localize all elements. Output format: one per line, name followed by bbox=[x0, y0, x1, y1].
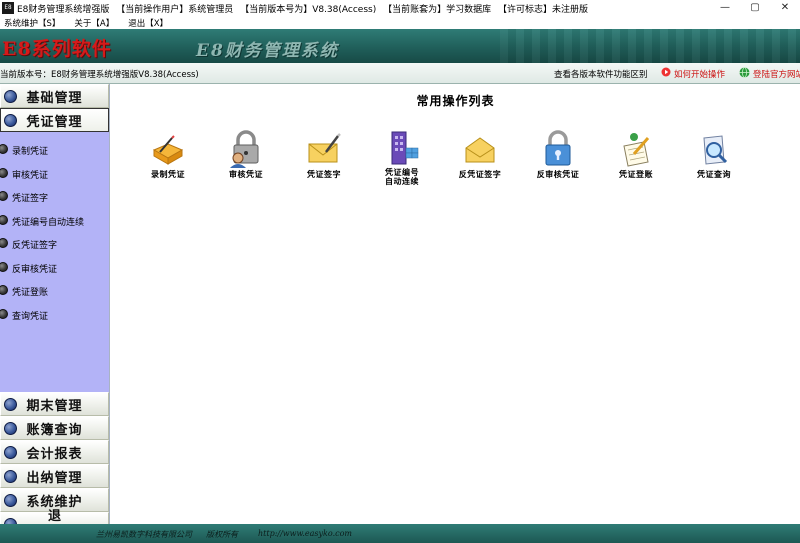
op-label: 反凭证签字 bbox=[458, 169, 502, 179]
sidebar-category-ledger-query[interactable]: 账簿查询 bbox=[0, 416, 109, 440]
operations-grid: 录制凭证 审核凭证 凭证签字 凭证编号 自动连续 反凭证签字 反审核凭证 凭证登… bbox=[133, 130, 783, 190]
category-label: 账簿查询 bbox=[26, 422, 83, 438]
app-window: E8 E8财务管理系统增强版 【当前操作用户】系统管理员 【当前版本号为】V8.… bbox=[0, 0, 800, 543]
op-label: 凭证签字 bbox=[307, 169, 341, 179]
window-title: E8财务管理系统增强版 【当前操作用户】系统管理员 【当前版本号为】V8.38(… bbox=[17, 2, 592, 15]
how-to-start-link[interactable]: 如何开始操作 bbox=[662, 68, 725, 80]
minimize-button[interactable]: — bbox=[710, 0, 740, 16]
op-record-voucher[interactable]: 录制凭证 bbox=[133, 130, 203, 190]
subitem-unaudit-voucher[interactable]: 反审核凭证 bbox=[0, 256, 109, 280]
title-app-name: E8财务管理系统增强版 bbox=[17, 4, 110, 15]
title-license: 【许可标志】未注册版 bbox=[497, 4, 588, 15]
title-ledger: 【当前账套为】学习数据库 bbox=[383, 4, 492, 15]
main-panel: 常用操作列表 录制凭证 审核凭证 凭证签字 凭证编号 自动连续 反凭证签字 反审… bbox=[111, 84, 800, 524]
window-controls: — ▢ ✕ bbox=[710, 0, 800, 16]
company-name: 兰州易凯数字科技有限公司 bbox=[96, 530, 192, 539]
menu-system-maintenance[interactable]: 系统维护【S】 bbox=[4, 17, 60, 29]
title-version: 【当前版本号为】V8.38(Access) bbox=[240, 4, 377, 15]
subitem-label: 凭证编号自动连续 bbox=[12, 217, 85, 228]
op-label: 凭证编号 自动连续 bbox=[385, 167, 419, 186]
op-label: 审核凭证 bbox=[229, 169, 263, 179]
padlock-user-icon bbox=[230, 130, 259, 168]
envelope-icon bbox=[465, 137, 495, 163]
subitem-sign-voucher[interactable]: 凭证签字 bbox=[0, 185, 109, 209]
category-label: 会计报表 bbox=[26, 446, 83, 462]
category-label: 基础管理 bbox=[26, 90, 83, 106]
menu-bar: 系统维护【S】 关于【A】 退出【X】 bbox=[0, 16, 800, 29]
op-audit-voucher[interactable]: 审核凭证 bbox=[211, 130, 281, 190]
company-url[interactable]: http://www.easyko.com bbox=[258, 529, 352, 538]
op-label: 凭证查询 bbox=[697, 169, 731, 179]
category-label: 凭证管理 bbox=[26, 114, 83, 130]
item-bullet-icon bbox=[0, 238, 8, 248]
product-name: E8财务管理系统 bbox=[196, 41, 339, 61]
subitem-label: 反审核凭证 bbox=[12, 264, 58, 275]
brand-logo: E8系列软件 bbox=[2, 38, 112, 60]
item-bullet-icon bbox=[0, 261, 8, 272]
maximize-button[interactable]: ▢ bbox=[740, 0, 770, 16]
notepad-pen-icon bbox=[623, 133, 650, 167]
title-bar: E8 E8财务管理系统增强版 【当前操作用户】系统管理员 【当前版本号为】V8.… bbox=[0, 0, 800, 16]
subitem-label: 录制凭证 bbox=[12, 147, 49, 157]
item-bullet-icon bbox=[0, 285, 8, 295]
copyright-text: 版权所有 bbox=[206, 530, 238, 539]
subitem-post-voucher[interactable]: 凭证登账 bbox=[0, 279, 109, 303]
sidebar-category-reports[interactable]: 会计报表 bbox=[0, 440, 109, 464]
pencil-folder-icon bbox=[152, 135, 184, 165]
close-button[interactable]: ✕ bbox=[770, 0, 800, 16]
page-title: 常用操作列表 bbox=[416, 94, 495, 108]
envelope-pen-icon bbox=[308, 133, 341, 163]
category-label: 出纳管理 bbox=[26, 470, 83, 486]
item-bullet-icon bbox=[0, 144, 8, 154]
item-bullet-icon bbox=[0, 191, 8, 201]
op-label: 凭证登账 bbox=[619, 169, 653, 179]
app-icon: E8 bbox=[2, 2, 14, 14]
op-label: 反审核凭证 bbox=[536, 169, 580, 179]
item-bullet-icon bbox=[0, 214, 8, 225]
category-label: 期末管理 bbox=[26, 398, 83, 414]
padlock-icon bbox=[545, 130, 571, 166]
official-website-link[interactable]: 登陆官方网站 bbox=[740, 68, 800, 80]
sidebar-category-cashier[interactable]: 出纳管理 bbox=[0, 464, 109, 488]
info-bar: 当前版本号：E8财务管理系统增强版V8.38(Access) 查看各版本软件功能… bbox=[0, 63, 800, 84]
op-post-voucher[interactable]: 凭证登账 bbox=[601, 130, 671, 190]
subitem-label: 反凭证签字 bbox=[12, 241, 58, 251]
sidebar-category-period-end[interactable]: 期末管理 bbox=[0, 392, 109, 416]
subitem-query-voucher[interactable]: 查询凭证 bbox=[0, 303, 109, 327]
banner-pattern bbox=[500, 29, 800, 63]
subitem-audit-voucher[interactable]: 审核凭证 bbox=[0, 162, 109, 186]
sidebar: 基础管理 凭证管理 录制凭证 审核凭证 凭证签字 凭证编号自动连续 反凭证签字 … bbox=[0, 84, 110, 543]
subitem-label: 凭证签字 bbox=[12, 194, 49, 204]
header-banner: E8系列软件 E8财务管理系统 bbox=[0, 29, 800, 63]
subitem-label: 审核凭证 bbox=[12, 170, 49, 181]
menu-exit[interactable]: 退出【X】 bbox=[128, 17, 168, 29]
subitem-auto-number[interactable]: 凭证编号自动连续 bbox=[0, 209, 109, 233]
sidebar-category-voucher[interactable]: 凭证管理 bbox=[0, 108, 109, 132]
item-bullet-icon bbox=[0, 308, 8, 319]
op-unsign-voucher[interactable]: 反凭证签字 bbox=[445, 130, 515, 190]
building-grid-icon bbox=[391, 131, 419, 165]
op-unaudit-voucher[interactable]: 反审核凭证 bbox=[523, 130, 593, 190]
op-query-voucher[interactable]: 凭证查询 bbox=[679, 130, 749, 190]
compare-versions-link[interactable]: 查看各版本软件功能区别 bbox=[554, 68, 648, 80]
voucher-submenu: 录制凭证 审核凭证 凭证签字 凭证编号自动连续 反凭证签字 反审核凭证 凭证登账… bbox=[0, 132, 109, 392]
op-label: 录制凭证 bbox=[151, 169, 185, 179]
sidebar-category-basic[interactable]: 基础管理 bbox=[0, 84, 109, 108]
subitem-label: 凭证登账 bbox=[12, 288, 49, 298]
menu-about[interactable]: 关于【A】 bbox=[74, 17, 114, 29]
magnifier-doc-icon bbox=[703, 135, 728, 165]
subitem-record-voucher[interactable]: 录制凭证 bbox=[0, 138, 109, 162]
status-bar: 兰州易凯数字科技有限公司 版权所有 http://www.easyko.com bbox=[0, 524, 800, 543]
item-bullet-icon bbox=[0, 167, 8, 178]
op-auto-number[interactable]: 凭证编号 自动连续 bbox=[367, 130, 437, 190]
title-user: 【当前操作用户】系统管理员 bbox=[116, 4, 234, 15]
subitem-unsign-voucher[interactable]: 反凭证签字 bbox=[0, 232, 109, 256]
op-sign-voucher[interactable]: 凭证签字 bbox=[289, 130, 359, 190]
version-label: 当前版本号：E8财务管理系统增强版V8.38(Access) bbox=[0, 70, 199, 80]
subitem-label: 查询凭证 bbox=[12, 311, 49, 322]
